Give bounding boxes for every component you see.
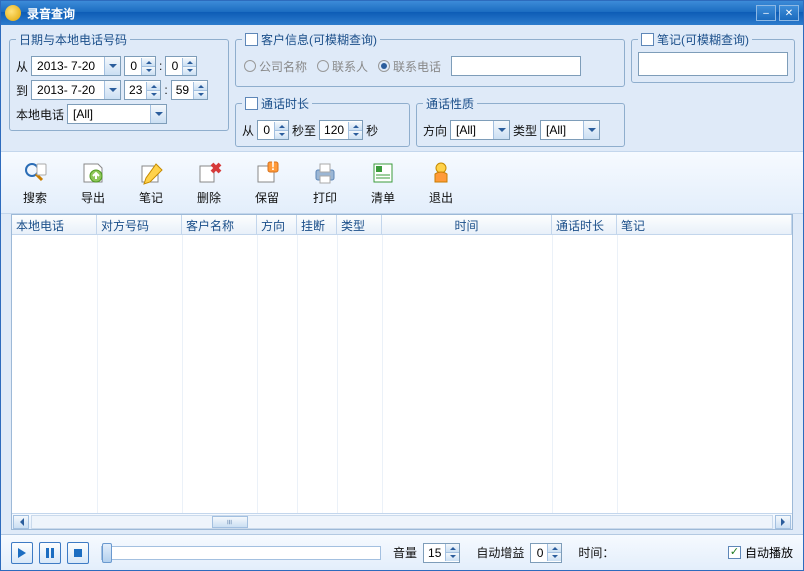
to-label: 到: [16, 82, 28, 99]
duration-legend[interactable]: 通话时长: [242, 95, 312, 112]
radio-contact[interactable]: 联系人: [317, 58, 368, 75]
col-customer-name[interactable]: 客户名称: [182, 215, 257, 234]
autogain-spinner[interactable]: 0: [530, 543, 562, 563]
keep-icon: !: [253, 159, 281, 187]
export-icon: [79, 159, 107, 187]
filter-panel: 日期与本地电话号码 从 2013- 7-20 0 : 0 到 2013- 7-2…: [1, 25, 803, 151]
horizontal-scrollbar[interactable]: [12, 513, 792, 529]
print-button[interactable]: 打印: [299, 156, 351, 209]
date-phone-legend: 日期与本地电话号码: [16, 31, 130, 48]
date-phone-group: 日期与本地电话号码 从 2013- 7-20 0 : 0 到 2013- 7-2…: [9, 31, 229, 131]
time-label: 时间：: [578, 544, 614, 561]
notes-legend[interactable]: 笔记(可模糊查询): [638, 31, 752, 48]
export-button[interactable]: 导出: [67, 156, 119, 209]
list-button[interactable]: 清单: [357, 156, 409, 209]
duration-from-spinner[interactable]: 0: [257, 120, 289, 140]
app-icon: [5, 5, 21, 21]
duration-to-spinner[interactable]: 120: [319, 120, 363, 140]
pause-button[interactable]: [39, 542, 61, 564]
print-icon: [311, 159, 339, 187]
stop-button[interactable]: [67, 542, 89, 564]
list-icon: [369, 159, 397, 187]
customer-enable-checkbox[interactable]: [245, 33, 258, 46]
min-to-spinner[interactable]: 59: [171, 80, 208, 100]
autoplay-checkbox[interactable]: 自动播放: [728, 544, 793, 561]
customer-search-input[interactable]: [451, 56, 581, 76]
col-local-phone[interactable]: 本地电话: [12, 215, 97, 234]
results-grid: 本地电话 对方号码 客户名称 方向 挂断 类型 时间 通话时长 笔记: [11, 214, 793, 530]
col-notes[interactable]: 笔记: [617, 215, 792, 234]
seek-slider[interactable]: [101, 546, 381, 560]
nature-legend: 通话性质: [423, 95, 477, 112]
hour-to-spinner[interactable]: 23: [124, 80, 161, 100]
chevron-down-icon[interactable]: [104, 57, 120, 75]
duration-enable-checkbox[interactable]: [245, 97, 258, 110]
toolbar: 搜索 导出 笔记 删除 !保留 打印 清单 退出: [1, 151, 803, 214]
chevron-down-icon[interactable]: [150, 105, 166, 123]
col-remote-number[interactable]: 对方号码: [97, 215, 182, 234]
delete-icon: [195, 159, 223, 187]
nature-group: 通话性质 方向 [All] 类型 [All]: [416, 95, 625, 147]
scroll-track[interactable]: [31, 515, 773, 529]
search-button[interactable]: 搜索: [9, 156, 61, 209]
exit-icon: [427, 159, 455, 187]
col-direction[interactable]: 方向: [257, 215, 297, 234]
radio-company[interactable]: 公司名称: [244, 58, 307, 75]
from-label: 从: [16, 58, 28, 75]
notes-button[interactable]: 笔记: [125, 156, 177, 209]
close-button[interactable]: ✕: [779, 5, 799, 21]
window-title: 录音查询: [27, 5, 753, 22]
customer-legend[interactable]: 客户信息(可模糊查询): [242, 31, 380, 48]
autogain-label: 自动增益: [476, 544, 524, 561]
grid-header: 本地电话 对方号码 客户名称 方向 挂断 类型 时间 通话时长 笔记: [12, 215, 792, 235]
delete-button[interactable]: 删除: [183, 156, 235, 209]
chevron-down-icon[interactable]: [493, 121, 509, 139]
local-phone-label: 本地电话: [16, 106, 64, 123]
titlebar: 录音查询 – ✕: [1, 1, 803, 25]
chevron-down-icon[interactable]: [583, 121, 599, 139]
scroll-right-button[interactable]: [775, 515, 791, 529]
direction-combo[interactable]: [All]: [450, 120, 510, 140]
radio-phone[interactable]: 联系电话: [378, 58, 441, 75]
min-from-spinner[interactable]: 0: [165, 56, 197, 76]
date-from-picker[interactable]: 2013- 7-20: [31, 56, 121, 76]
notes-search-input[interactable]: [638, 52, 788, 76]
chevron-down-icon[interactable]: [104, 81, 120, 99]
scroll-left-button[interactable]: [13, 515, 29, 529]
scroll-thumb[interactable]: [212, 516, 248, 528]
notes-enable-checkbox[interactable]: [641, 33, 654, 46]
svg-text:!: !: [271, 160, 275, 173]
player-bar: 音量 15 自动增益 0 时间： 自动播放: [1, 534, 803, 570]
type-combo[interactable]: [All]: [540, 120, 600, 140]
search-icon: [21, 159, 49, 187]
col-time[interactable]: 时间: [382, 215, 552, 234]
grid-body[interactable]: [12, 235, 792, 513]
duration-group: 通话时长 从 0 秒至 120 秒: [235, 95, 410, 147]
col-hangup[interactable]: 挂断: [297, 215, 337, 234]
customer-group: 客户信息(可模糊查询) 公司名称 联系人 联系电话: [235, 31, 625, 87]
col-duration[interactable]: 通话时长: [552, 215, 617, 234]
col-type[interactable]: 类型: [337, 215, 382, 234]
exit-button[interactable]: 退出: [415, 156, 467, 209]
date-to-picker[interactable]: 2013- 7-20: [31, 80, 121, 100]
play-button[interactable]: [11, 542, 33, 564]
window: 录音查询 – ✕ 日期与本地电话号码 从 2013- 7-20 0 : 0 到 …: [0, 0, 804, 571]
volume-label: 音量: [393, 544, 417, 561]
minimize-button[interactable]: –: [756, 5, 776, 21]
notes-icon: [137, 159, 165, 187]
local-phone-combo[interactable]: [All]: [67, 104, 167, 124]
volume-spinner[interactable]: 15: [423, 543, 460, 563]
seek-thumb[interactable]: [102, 543, 112, 563]
notes-group: 笔记(可模糊查询): [631, 31, 795, 83]
hour-from-spinner[interactable]: 0: [124, 56, 156, 76]
keep-button[interactable]: !保留: [241, 156, 293, 209]
